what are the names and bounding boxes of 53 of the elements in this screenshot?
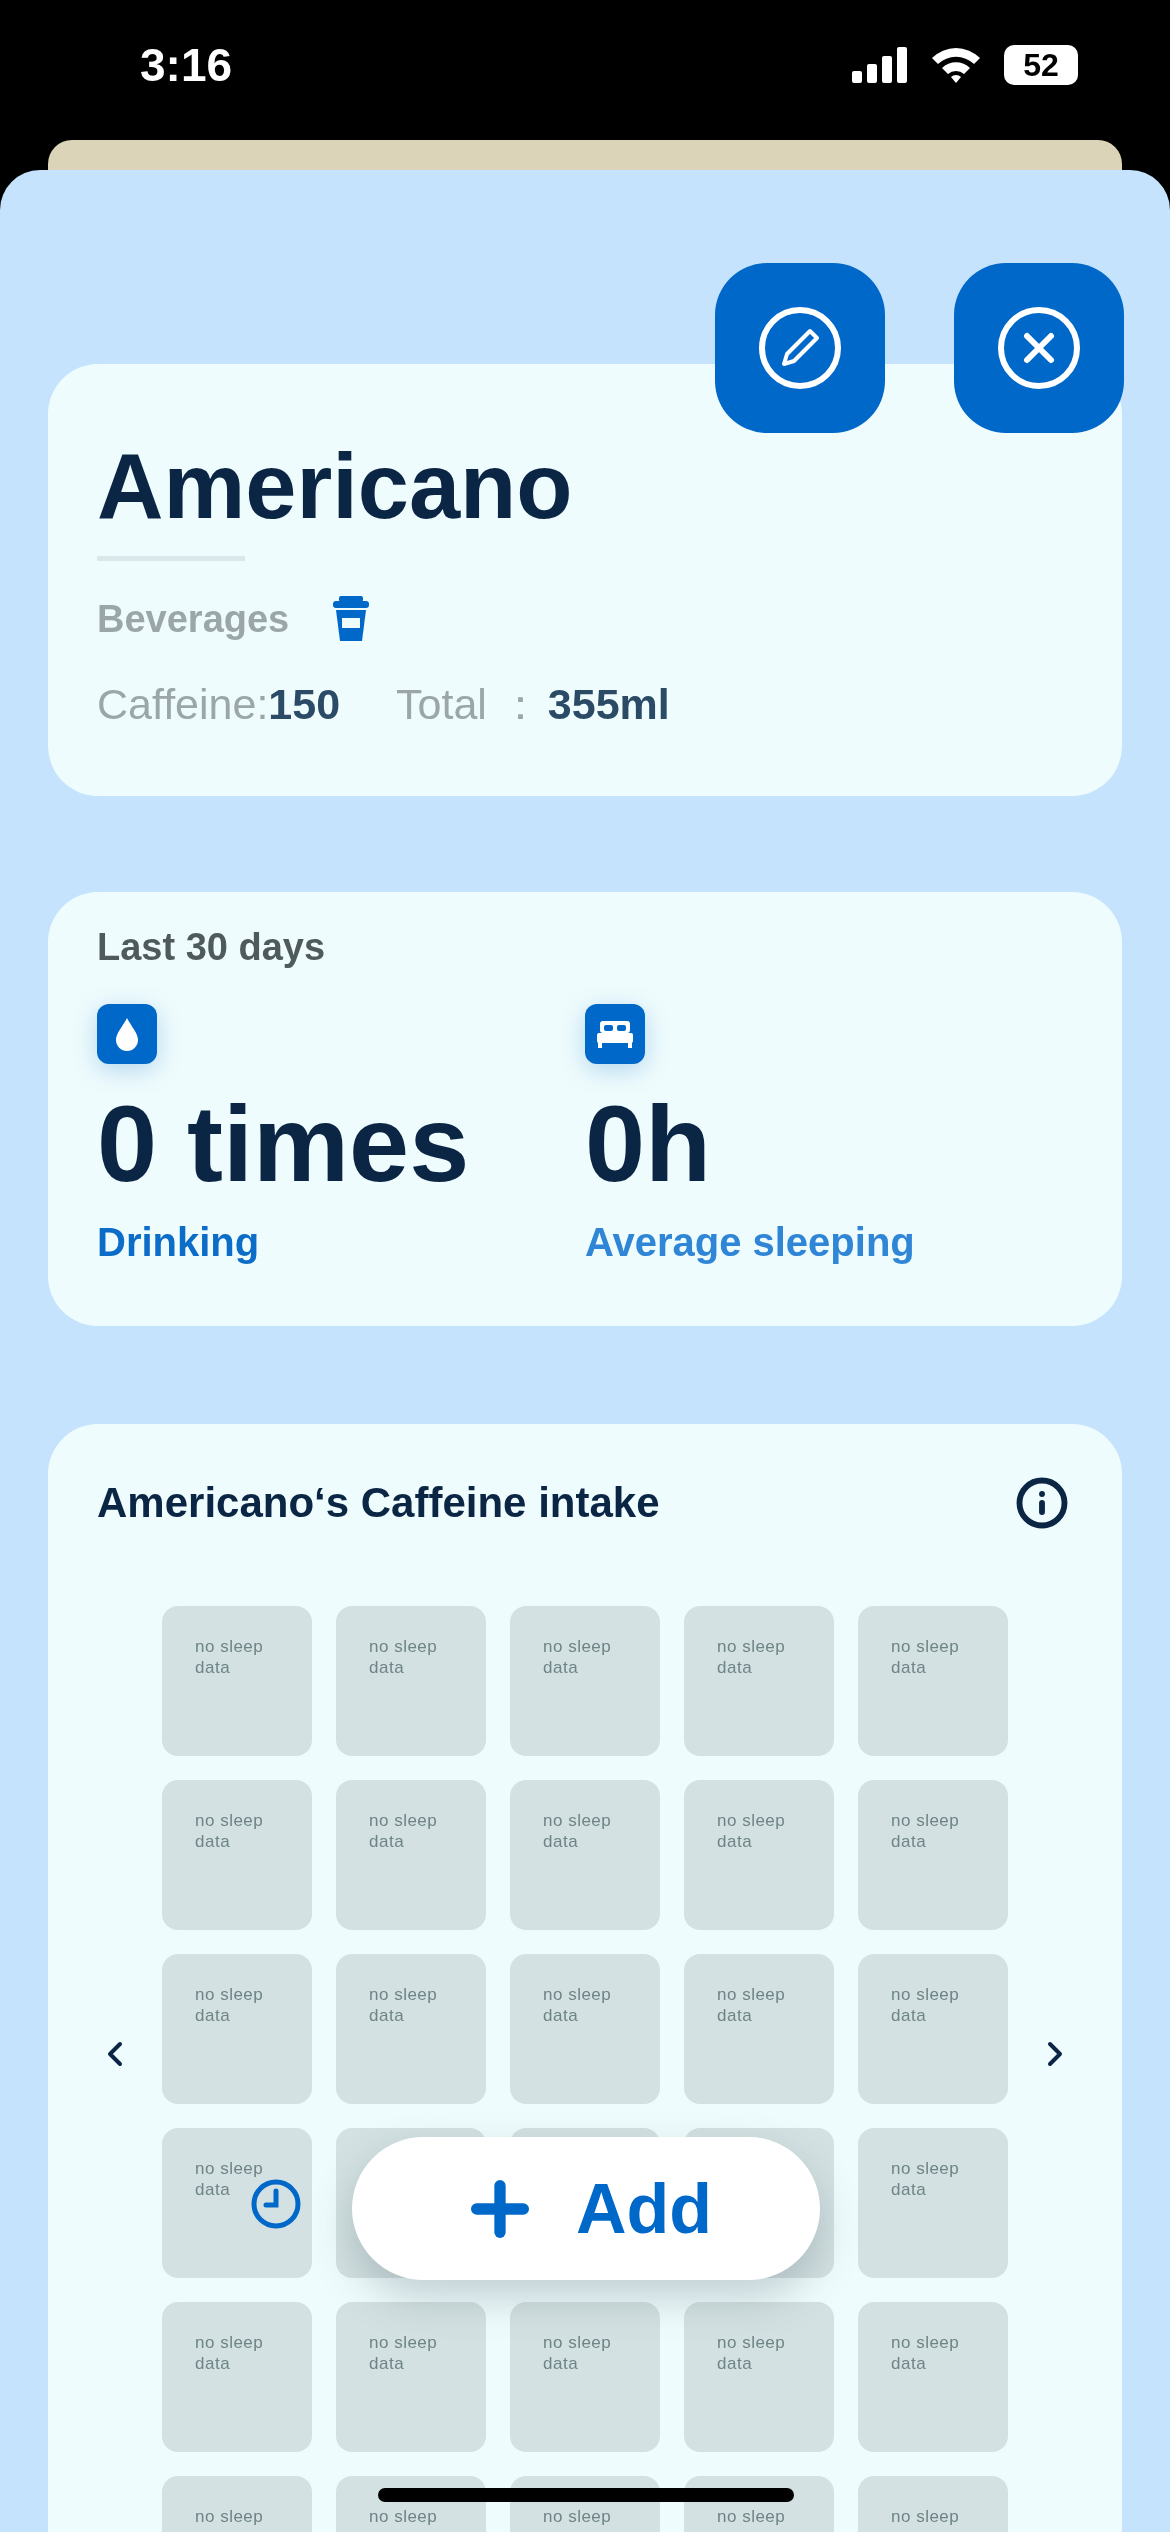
tile-text: no sleep data — [369, 2332, 439, 2374]
close-button[interactable] — [954, 263, 1124, 433]
tile-text: no sleep data — [543, 2332, 613, 2374]
tile-text: no sleep data — [195, 1636, 265, 1678]
tile-text: no sleep data — [195, 1810, 265, 1852]
caffeine-label: Caffeine: — [97, 679, 269, 730]
tile-text: no sleep data — [891, 2158, 961, 2200]
wifi-icon — [930, 46, 982, 84]
tile-text: no sleep data — [543, 1984, 613, 2026]
tile-text: no sleep data — [195, 2332, 265, 2374]
total-label: Total ： — [396, 679, 542, 730]
tile-text: no sleep data — [891, 1984, 961, 2026]
add-button[interactable]: Add — [352, 2137, 820, 2280]
tile-text: no sleep — [891, 2506, 961, 2527]
summary-title: Last 30 days — [97, 925, 327, 970]
battery-icon: 52 — [1004, 45, 1078, 85]
intake-title: Americano‘s Caffeine intake — [97, 1478, 660, 1528]
tile-text: no sleep data — [195, 1984, 265, 2026]
total-value: 355ml — [547, 679, 670, 730]
tile-text: no sleep — [369, 2506, 439, 2527]
tile-text: no sleep — [717, 2506, 787, 2527]
tile-text: no sleep data — [717, 1984, 787, 2026]
edit-button[interactable] — [715, 263, 885, 433]
tile-text: no sleep — [195, 2506, 265, 2527]
tile-text: no sleep data — [891, 2332, 961, 2374]
tile-text: no sleep data — [369, 1810, 439, 1852]
tile-text: no sleep data — [717, 1810, 787, 1852]
tile-text: no sleep data — [891, 1810, 961, 1852]
info-icon[interactable] — [1015, 1476, 1069, 1530]
tile-text: no sleep data — [891, 1636, 961, 1678]
caffeine-value: 150 — [268, 679, 341, 730]
tile-text: no sleep data — [717, 1636, 787, 1678]
stat-value: 0 times — [97, 1089, 470, 1199]
signal-icon — [852, 47, 908, 83]
tile-text: no sleep data — [369, 1636, 439, 1678]
tile-text: no sleep data — [369, 1984, 439, 2026]
tile-text: no sleep data — [717, 2332, 787, 2374]
stat-label: Average sleeping — [585, 1219, 915, 1266]
drink-category: Beverages — [97, 597, 290, 641]
tile-text: no sleep data — [543, 1810, 613, 1852]
close-icon — [997, 306, 1081, 390]
drink-name: Americano — [97, 436, 574, 536]
tile-text: no sleep data — [543, 1636, 613, 1678]
status-time: 3:16 — [140, 38, 233, 92]
clock-icon[interactable] — [250, 2178, 302, 2230]
bed-icon — [595, 1019, 635, 1049]
stat-value: 0h — [585, 1089, 712, 1199]
drop-icon — [113, 1016, 141, 1052]
stat-label: Drinking — [97, 1219, 260, 1266]
tile-text: no sleep — [543, 2506, 613, 2527]
cup-icon — [331, 595, 372, 643]
tile-text: no sleep data — [195, 2158, 265, 2200]
edit-icon — [758, 306, 842, 390]
